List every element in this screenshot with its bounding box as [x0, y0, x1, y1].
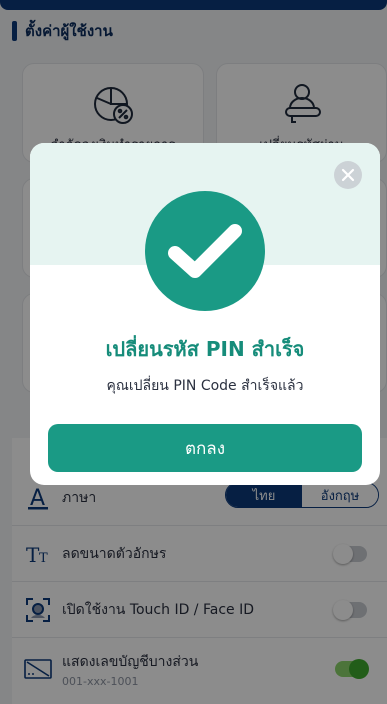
close-button[interactable] — [334, 161, 362, 189]
success-checkmark-icon — [145, 191, 265, 311]
dialog-title: เปลี่ยนรหัส PIN สำเร็จ — [105, 337, 305, 361]
success-dialog: เปลี่ยนรหัส PIN สำเร็จ คุณเปลี่ยน PIN Co… — [30, 143, 380, 485]
close-icon — [341, 168, 355, 182]
dialog-message: คุณเปลี่ยน PIN Code สำเร็จแล้ว — [106, 378, 304, 394]
ok-button[interactable]: ตกลง — [48, 424, 362, 472]
